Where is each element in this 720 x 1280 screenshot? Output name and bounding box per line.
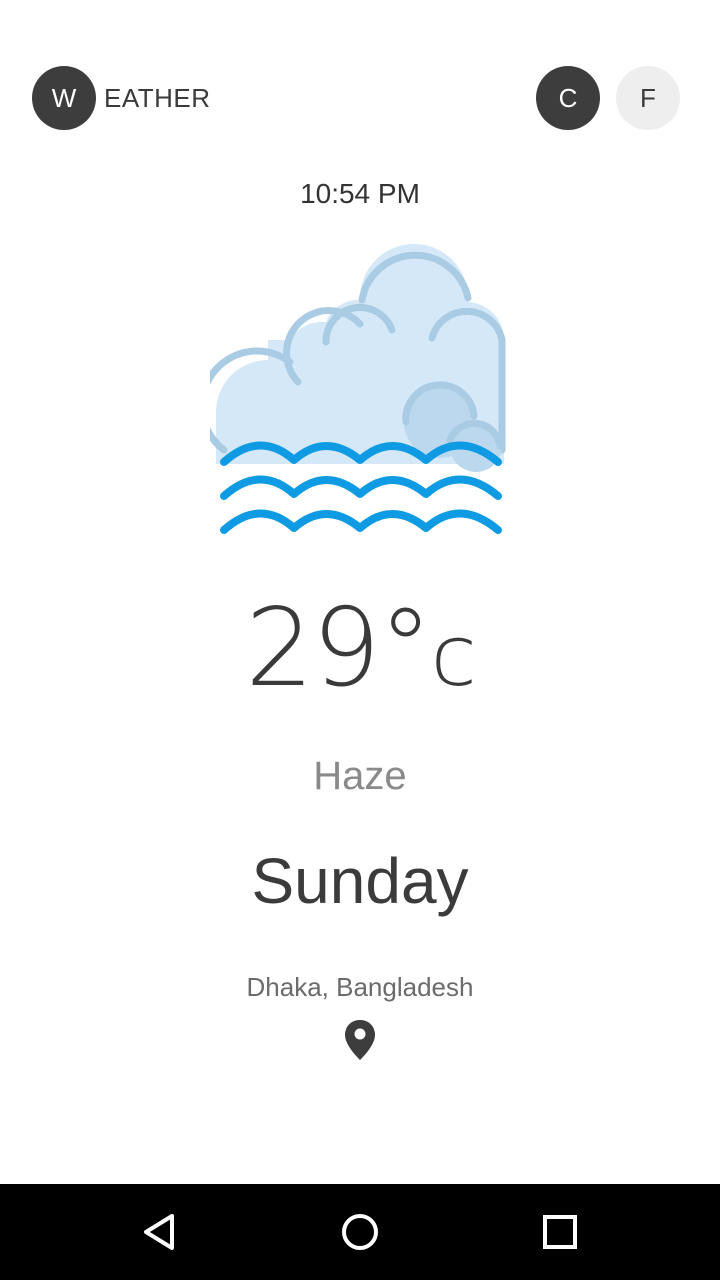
app-header: W EATHER C F [32, 66, 680, 130]
system-navigation-bar [0, 1184, 720, 1280]
fahrenheit-toggle-button[interactable]: F [616, 66, 680, 130]
fahrenheit-label: F [640, 82, 656, 113]
temperature-unit: c [430, 607, 477, 705]
location-label: Dhaka, Bangladesh [246, 972, 474, 1002]
temperature-display: 29°c [0, 586, 720, 711]
back-icon[interactable] [136, 1208, 184, 1256]
weather-condition: Haze [313, 754, 407, 798]
current-time: 10:54 PM [300, 178, 420, 209]
home-icon[interactable] [336, 1208, 384, 1256]
app-logo-badge: W [32, 66, 96, 130]
celsius-label: C [558, 82, 578, 113]
app-logo-letter: W [51, 82, 77, 113]
cloud-shape [210, 244, 506, 472]
weather-screen: W EATHER C F 10:54 PM 29°c Haze Sunday D… [0, 0, 720, 1280]
recent-apps-icon[interactable] [536, 1208, 584, 1256]
app-title: EATHER [104, 83, 211, 113]
day-of-week: Sunday [251, 845, 469, 917]
temperature-value: 29° [245, 586, 432, 711]
map-pin-icon[interactable] [342, 1018, 378, 1062]
haze-cloud-icon [210, 244, 506, 534]
celsius-toggle-button[interactable]: C [536, 66, 600, 130]
